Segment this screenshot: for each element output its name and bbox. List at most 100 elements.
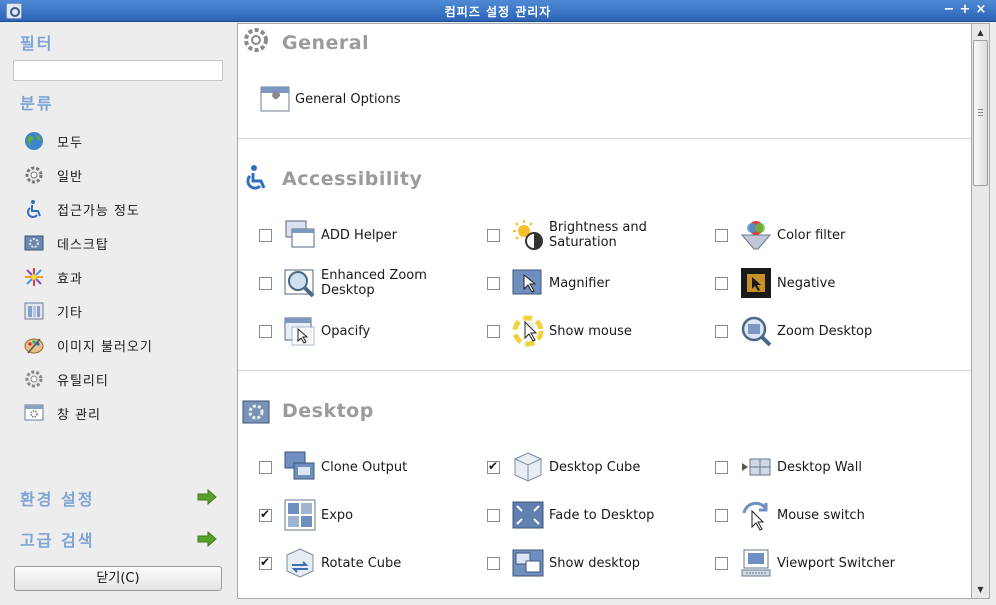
preferences-link[interactable]: 환경 설정: [20, 486, 94, 510]
category-image-loading[interactable]: 이미지 불러오기: [23, 333, 223, 357]
checkbox-desktop-wall[interactable]: [715, 460, 728, 474]
plugin-show-desktop[interactable]: Show desktop: [487, 546, 640, 580]
expo-icon: [284, 499, 316, 531]
minimize-button[interactable]: −: [941, 2, 957, 18]
plugin-label: Negative: [777, 275, 836, 291]
grip-icon: [978, 109, 983, 116]
general-gear-icon: [242, 26, 270, 54]
close-button[interactable]: 닫기(C): [14, 566, 222, 591]
category-label: 데스크탑: [57, 237, 109, 253]
category-label: 효과: [57, 271, 83, 287]
checkbox-viewport-switcher[interactable]: [715, 556, 728, 570]
maximize-button[interactable]: +: [957, 2, 973, 18]
extras-icon: [23, 300, 45, 322]
plugin-rotate-cube[interactable]: Rotate Cube: [259, 546, 401, 580]
category-extras[interactable]: 기타: [23, 299, 223, 323]
mouse-switch-icon: [740, 499, 772, 531]
checkbox-fade-to-desktop[interactable]: [487, 508, 500, 522]
plugin-desktop-wall[interactable]: Desktop Wall: [715, 450, 862, 484]
category-heading: 분류: [20, 94, 54, 113]
plugin-desktop-cube[interactable]: Desktop Cube: [487, 450, 640, 484]
filter-input[interactable]: [13, 60, 223, 81]
category-utility[interactable]: 유틸리티: [23, 367, 223, 391]
plugin-negative[interactable]: Negative: [715, 266, 835, 300]
advanced-search-arrow-icon[interactable]: [197, 531, 217, 547]
desktop-section-icon: [242, 398, 270, 426]
plugin-label: Show desktop: [549, 555, 641, 571]
category-accessibility[interactable]: 접근가능 정도: [23, 197, 223, 221]
show-mouse-icon: [512, 315, 544, 347]
section-divider: [238, 370, 971, 371]
plugin-label: Desktop Cube: [549, 459, 641, 475]
scroll-down-icon[interactable]: ▼: [973, 582, 988, 597]
checkbox-desktop-cube[interactable]: [487, 459, 500, 474]
checkbox-zoom-desktop[interactable]: [715, 324, 728, 338]
show-desktop-icon: [512, 547, 544, 579]
desktop-icon: [23, 232, 45, 254]
checkbox-brightness-saturation[interactable]: [487, 228, 500, 242]
checkbox-add-helper[interactable]: [259, 228, 272, 242]
plugin-clone-output[interactable]: Clone Output: [259, 450, 407, 484]
plugin-opacify[interactable]: Opacify: [259, 314, 370, 348]
general-options-icon: [259, 83, 291, 115]
plugin-color-filter[interactable]: Color filter: [715, 218, 845, 252]
plugin-label: ADD Helper: [321, 227, 398, 243]
plugin-label: Brightness and Saturation: [549, 220, 647, 250]
plugin-label: General Options: [295, 91, 401, 107]
section-divider: [238, 138, 971, 139]
plugin-label: Clone Output: [321, 459, 408, 475]
plugin-label: Expo: [321, 507, 354, 523]
negative-icon: [740, 267, 772, 299]
plugin-general-options[interactable]: General Options: [259, 82, 401, 116]
category-label: 유틸리티: [57, 373, 109, 389]
checkbox-rotate-cube[interactable]: [259, 555, 272, 570]
close-window-button[interactable]: ×: [973, 2, 989, 18]
section-title-desktop: Desktop: [282, 400, 374, 422]
fade-to-desktop-icon: [512, 499, 544, 531]
checkbox-enhanced-zoom[interactable]: [259, 276, 272, 290]
category-general[interactable]: 일반: [23, 163, 223, 187]
category-window-management[interactable]: 창 관리: [23, 401, 223, 425]
category-label: 모두: [57, 135, 83, 151]
scrollbar-thumb[interactable]: [973, 40, 988, 186]
checkbox-show-desktop[interactable]: [487, 556, 500, 570]
palette-icon: [23, 334, 45, 356]
plugin-enhanced-zoom[interactable]: Enhanced Zoom Desktop: [259, 266, 431, 300]
plugin-label: Color filter: [777, 227, 846, 243]
checkbox-color-filter[interactable]: [715, 228, 728, 242]
plugin-label: Rotate Cube: [321, 555, 402, 571]
checkbox-opacify[interactable]: [259, 324, 272, 338]
section-title-accessibility: Accessibility: [282, 168, 423, 190]
plugin-label: Show mouse: [549, 323, 632, 339]
plugin-expo[interactable]: Expo: [259, 498, 353, 532]
plugin-brightness-saturation[interactable]: Brightness and Saturation: [487, 218, 659, 252]
category-label: 이미지 불러오기: [57, 339, 153, 355]
plugin-magnifier[interactable]: Magnifier: [487, 266, 610, 300]
plugin-viewport-switcher[interactable]: Viewport Switcher: [715, 546, 895, 580]
gear-icon: [23, 164, 45, 186]
plugin-add-helper[interactable]: ADD Helper: [259, 218, 397, 252]
viewport-switcher-icon: [740, 547, 772, 579]
plugin-fade-to-desktop[interactable]: Fade to Desktop: [487, 498, 654, 532]
checkbox-magnifier[interactable]: [487, 276, 500, 290]
category-effects[interactable]: 효과: [23, 265, 223, 289]
advanced-search-link[interactable]: 고급 검색: [20, 527, 94, 551]
checkbox-negative[interactable]: [715, 276, 728, 290]
category-desktop[interactable]: 데스크탑: [23, 231, 223, 255]
checkbox-expo[interactable]: [259, 507, 272, 522]
checkbox-show-mouse[interactable]: [487, 324, 500, 338]
plugin-zoom-desktop[interactable]: Zoom Desktop: [715, 314, 872, 348]
plugin-show-mouse[interactable]: Show mouse: [487, 314, 632, 348]
vertical-scrollbar[interactable]: ▲ ▼: [972, 23, 990, 599]
scroll-up-icon[interactable]: ▲: [973, 25, 988, 40]
rotate-cube-icon: [284, 547, 316, 579]
checkbox-clone-output[interactable]: [259, 460, 272, 474]
plugin-mouse-switch[interactable]: Mouse switch: [715, 498, 865, 532]
checkbox-mouse-switch[interactable]: [715, 508, 728, 522]
plugin-label: Zoom Desktop: [777, 323, 873, 339]
sidebar: 필터 분류 모두 일반 접근가능 정도 데스크탑 효과 기타 이미지 불러오기 …: [0, 23, 237, 605]
category-all[interactable]: 모두: [23, 129, 223, 153]
category-label: 창 관리: [57, 407, 102, 423]
category-label: 일반: [57, 169, 83, 185]
preferences-arrow-icon[interactable]: [197, 489, 217, 505]
